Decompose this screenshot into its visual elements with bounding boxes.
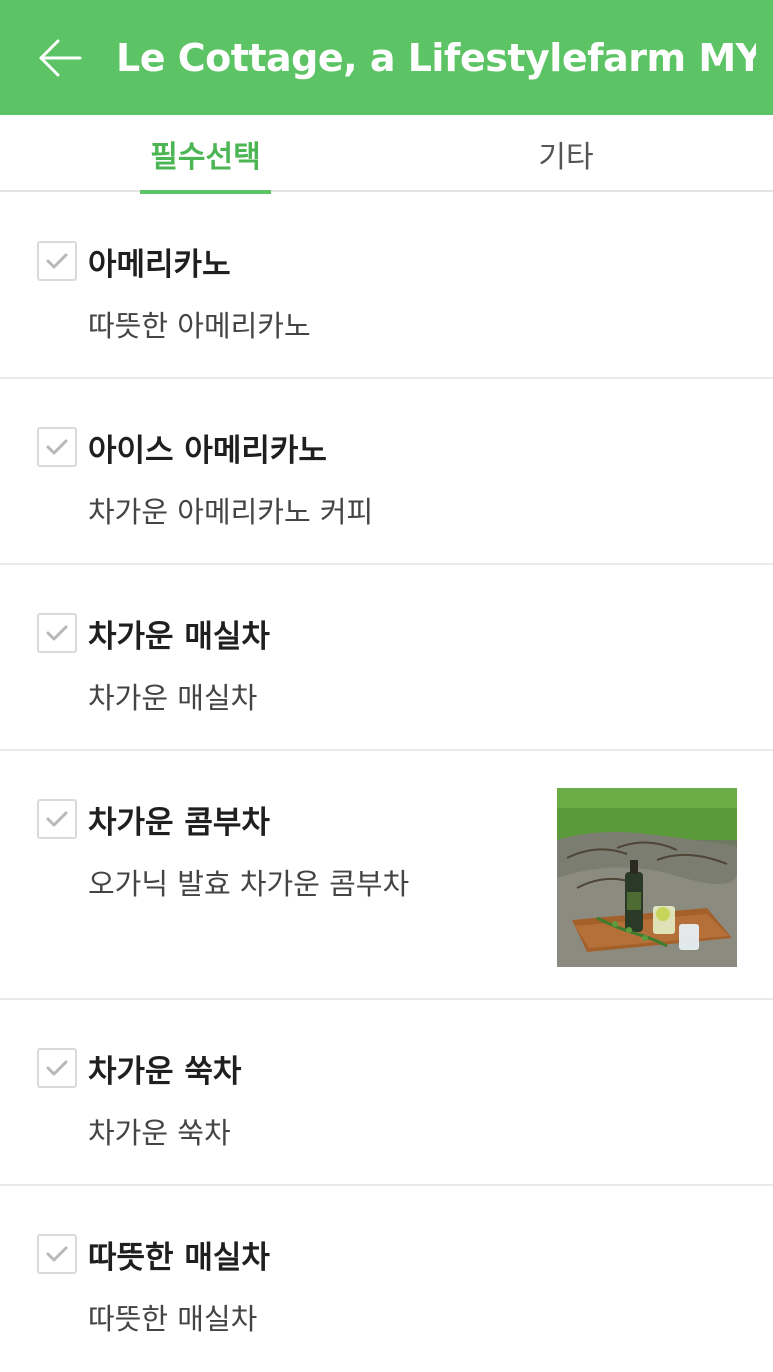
tab-other[interactable]: 기타	[506, 115, 626, 192]
menu-item[interactable]: 따뜻한 매실차 따뜻한 매실차	[0, 1186, 773, 1372]
page-title: Le Cottage, a Lifestylefarm MY	[116, 35, 756, 80]
check-icon	[46, 253, 68, 269]
menu-item-checkbox[interactable]	[37, 1048, 77, 1088]
app-header: Le Cottage, a Lifestylefarm MY	[0, 0, 773, 115]
menu-item-checkbox[interactable]	[37, 1234, 77, 1274]
menu-item-name: 차가운 매실차	[88, 619, 270, 655]
menu-item-name: 차가운 콤부차	[88, 805, 270, 841]
menu-item-name: 아메리카노	[88, 247, 231, 283]
menu-item-description: 오가닉 발효 차가운 콤부차	[88, 867, 410, 901]
menu-item-description: 차가운 쑥차	[88, 1116, 231, 1150]
menu-item-name: 차가운 쑥차	[88, 1054, 242, 1090]
menu-item[interactable]: 아이스 아메리카노 차가운 아메리카노 커피	[0, 379, 773, 565]
check-icon	[46, 625, 68, 641]
check-icon	[46, 1246, 68, 1262]
back-button[interactable]	[38, 38, 82, 78]
menu-item-description: 차가운 아메리카노 커피	[88, 495, 374, 529]
menu-list: 아메리카노 따뜻한 아메리카노 아이스 아메리카노 차가운 아메리카노 커피 차…	[0, 193, 773, 1372]
menu-item-checkbox[interactable]	[37, 613, 77, 653]
menu-item-name: 따뜻한 매실차	[88, 1240, 270, 1276]
menu-item[interactable]: 차가운 쑥차 차가운 쑥차	[0, 1000, 773, 1186]
menu-item-name: 아이스 아메리카노	[88, 433, 327, 469]
menu-item-checkbox[interactable]	[37, 799, 77, 839]
tab-bar: 필수선택 기타	[0, 115, 773, 194]
check-icon	[46, 439, 68, 455]
menu-item[interactable]: 차가운 콤부차 오가닉 발효 차가운 콤부차	[0, 751, 773, 1000]
menu-item-checkbox[interactable]	[37, 241, 77, 281]
menu-item-description: 따뜻한 매실차	[88, 1302, 258, 1336]
menu-item-description: 따뜻한 아메리카노	[88, 309, 311, 343]
kombucha-photo	[557, 788, 737, 967]
check-icon	[46, 1060, 68, 1076]
menu-item[interactable]: 아메리카노 따뜻한 아메리카노	[0, 193, 773, 379]
menu-item[interactable]: 차가운 매실차 차가운 매실차	[0, 565, 773, 751]
arrow-left-icon	[39, 39, 82, 77]
menu-item-description: 차가운 매실차	[88, 681, 258, 715]
tab-required[interactable]: 필수선택	[140, 115, 271, 194]
menu-item-checkbox[interactable]	[37, 427, 77, 467]
check-icon	[46, 811, 68, 827]
